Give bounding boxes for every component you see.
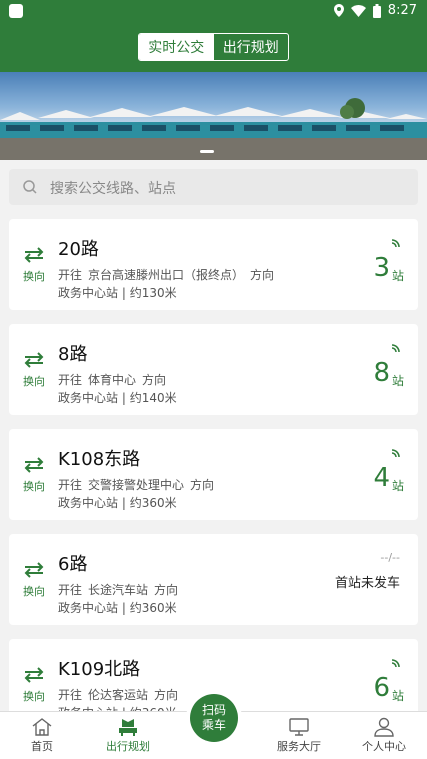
scan-to-ride-button[interactable]: 扫码 乘车 [186,690,242,746]
stops-count: 4 [373,463,390,493]
route-direction: 开往 伦达客运站 方向 [58,688,179,702]
nav-home[interactable]: 首页 [2,712,82,759]
stops-unit: 站 [391,374,404,388]
search-placeholder: 搜索公交线路、站点 [50,181,176,197]
swap-arrows-icon [24,457,44,473]
swap-arrows-icon [24,247,44,263]
route-name: 8路 [58,344,88,365]
swap-label: 换向 [23,375,45,388]
nav-trip-planning-label: 出行规划 [106,740,150,753]
realtime-signal-icon [391,344,400,353]
swap-direction-button[interactable]: 换向 [21,247,47,284]
nav-trip-planning[interactable]: 出行规划 [88,712,168,759]
swap-direction-button[interactable]: 换向 [21,352,47,389]
route-direction: 开往 体育中心 方向 [58,373,167,387]
swap-direction-button[interactable]: 换向 [21,667,47,704]
swap-label: 换向 [23,480,45,493]
route-direction: 开往 长途汽车站 方向 [58,583,179,597]
route-name: K109北路 [58,659,141,680]
nearby-station: 政务中心站 | 约360米 [58,496,177,510]
swap-direction-button[interactable]: 换向 [21,562,47,599]
stops-unit: 站 [391,689,404,703]
nav-home-label: 首页 [31,740,53,753]
arrival-time-placeholder: --/-- [380,551,400,564]
scan-label-line1: 扫码 [201,703,226,717]
route-card[interactable]: 换向 K108东路 开往 交警接警处理中心 方向 政务中心站 | 约360米 4 站 [9,429,418,520]
status-time: 8:27 [387,3,417,18]
wifi-icon [350,4,366,17]
scan-button-face: 扫码 乘车 [190,694,238,742]
nav-service-hall-label: 服务大厅 [277,740,321,753]
swap-label: 换向 [23,270,45,283]
swap-arrows-icon [24,562,44,578]
header-bar: 8:27 实时公交 出行规划 [0,0,427,72]
search-bar[interactable]: 搜索公交线路、站点 [9,169,418,205]
route-card[interactable]: 换向 20路 开往 京台高速滕州出口（报终点） 方向 政务中心站 | 约130米 3… [9,219,418,310]
monitor-icon [289,718,309,736]
route-direction: 开往 京台高速滕州出口（报终点） 方向 [58,268,275,282]
stops-count: 8 [373,358,390,388]
first-stop-not-departed: 首站未发车 [334,576,400,591]
realtime-signal-icon [391,449,400,458]
bus-depot-image [0,98,427,160]
battery-icon [372,3,381,18]
mode-switch: 实时公交 出行规划 [138,33,289,61]
bus-stop-icon [119,719,137,736]
banner-carousel[interactable] [0,72,427,160]
realtime-signal-icon [391,659,400,668]
route-name: 6路 [58,554,88,575]
swap-label: 换向 [23,585,45,598]
route-direction: 开往 交警接警处理中心 方向 [58,478,215,492]
stops-count: 6 [373,673,390,703]
search-icon [23,180,37,194]
scan-label-line2: 乘车 [201,718,226,732]
stops-count: 3 [373,253,390,283]
nav-profile-label: 个人中心 [362,740,406,753]
route-name: K108东路 [58,449,141,470]
route-name: 20路 [58,239,99,260]
status-bar: 8:27 [0,0,427,24]
swap-label: 换向 [23,690,45,703]
nav-service-hall[interactable]: 服务大厅 [259,712,339,759]
user-icon [374,717,394,737]
location-icon [333,4,344,17]
home-icon [32,718,52,736]
swap-arrows-icon [24,352,44,368]
stops-unit: 站 [391,479,404,493]
swap-direction-button[interactable]: 换向 [21,457,47,494]
nearby-station: 政务中心站 | 约130米 [58,286,177,300]
app-notification-icon [9,4,23,18]
stops-unit: 站 [391,269,404,283]
swap-arrows-icon [24,667,44,683]
tab-realtime-bus[interactable]: 实时公交 [139,34,214,60]
nearby-station: 政务中心站 | 约140米 [58,391,177,405]
route-card[interactable]: 换向 8路 开往 体育中心 方向 政务中心站 | 约140米 8 站 [9,324,418,415]
nav-profile[interactable]: 个人中心 [344,712,424,759]
realtime-signal-icon [391,239,400,248]
tab-trip-planning[interactable]: 出行规划 [214,34,289,60]
nearby-station: 政务中心站 | 约360米 [58,601,177,615]
route-card[interactable]: 换向 6路 开往 长途汽车站 方向 政务中心站 | 约360米 --/-- 首站未发… [9,534,418,625]
